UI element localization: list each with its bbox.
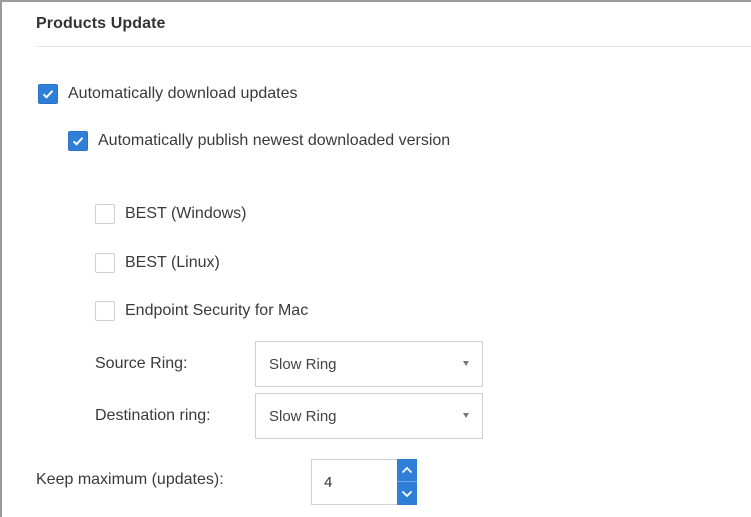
keep-maximum-value: 4 [324,474,333,491]
chevron-down-icon [463,413,469,418]
destination-ring-label: Destination ring: [95,407,211,424]
stepper-down-button[interactable] [397,482,417,505]
endpoint-mac-checkbox[interactable] [95,301,115,321]
product-option-endpoint-mac: Endpoint Security for Mac [95,301,308,321]
destination-ring-select[interactable]: Slow Ring [255,393,483,439]
keep-maximum-label: Keep maximum (updates): [36,471,224,488]
auto-publish-row: Automatically publish newest downloaded … [68,131,450,151]
best-linux-label: BEST (Linux) [125,254,220,271]
destination-ring-value: Slow Ring [269,407,337,425]
source-ring-value: Slow Ring [269,355,337,373]
chevron-up-icon [401,466,413,474]
best-windows-label: BEST (Windows) [125,205,247,222]
auto-publish-checkbox[interactable] [68,131,88,151]
product-option-best-linux: BEST (Linux) [95,253,220,273]
auto-download-label: Automatically download updates [68,85,298,102]
keep-maximum-stepper[interactable]: 4 [311,459,417,505]
endpoint-mac-label: Endpoint Security for Mac [125,302,309,319]
section-divider [36,46,751,47]
chevron-down-icon [463,361,469,366]
stepper-up-button[interactable] [397,459,417,482]
auto-publish-label: Automatically publish newest downloaded … [98,132,451,149]
best-linux-checkbox[interactable] [95,253,115,273]
best-windows-checkbox[interactable] [95,204,115,224]
source-ring-select[interactable]: Slow Ring [255,341,483,387]
source-ring-label: Source Ring: [95,355,188,372]
section-title: Products Update [36,15,166,32]
auto-download-row: Automatically download updates [38,84,297,104]
auto-download-checkbox[interactable] [38,84,58,104]
product-option-best-windows: BEST (Windows) [95,204,247,224]
chevron-down-icon [401,490,413,497]
products-update-panel: Products Update Automatically download u… [0,0,751,517]
checkmark-icon [42,90,54,99]
checkmark-icon [72,137,84,146]
